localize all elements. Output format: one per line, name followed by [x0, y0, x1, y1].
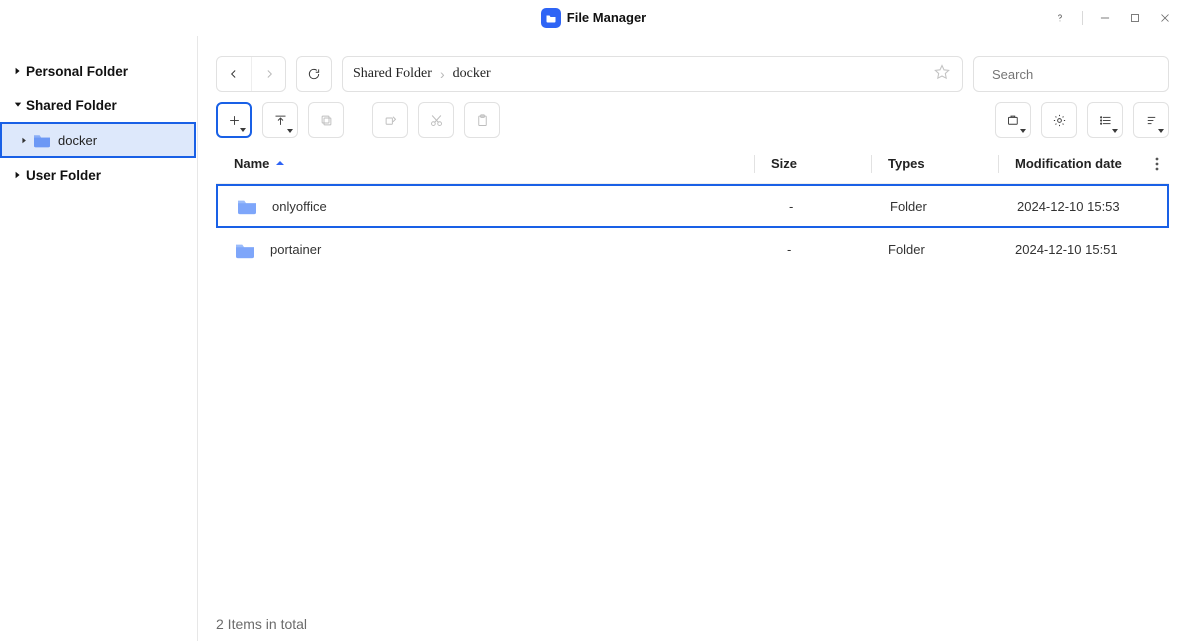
- file-date: 2024-12-10 15:51: [1015, 242, 1169, 257]
- cut-button[interactable]: [418, 102, 454, 138]
- file-type: Folder: [890, 199, 1000, 214]
- column-separator: [754, 155, 755, 173]
- path-bar[interactable]: Shared Folder › docker: [342, 56, 963, 92]
- folder-icon: [234, 241, 256, 259]
- tools-button[interactable]: [995, 102, 1031, 138]
- chevron-down-icon: [10, 101, 26, 109]
- help-icon[interactable]: [1052, 10, 1068, 26]
- app-icon: [541, 8, 561, 28]
- table-row[interactable]: onlyoffice - Folder 2024-12-10 15:53: [216, 184, 1169, 228]
- sort-asc-icon: [275, 156, 285, 171]
- file-name: onlyoffice: [272, 199, 327, 214]
- breadcrumb-segment[interactable]: Shared Folder: [353, 66, 432, 82]
- status-text: 2 Items in total: [216, 616, 307, 632]
- sidebar-item-user-folder[interactable]: User Folder: [0, 158, 197, 192]
- toolbar: [216, 102, 1169, 138]
- column-header-date[interactable]: Modification date: [1015, 156, 1145, 171]
- new-button[interactable]: [216, 102, 252, 138]
- title-wrap: File Manager: [541, 8, 646, 28]
- dropdown-caret-icon: [1158, 129, 1164, 133]
- dropdown-caret-icon: [240, 128, 246, 132]
- breadcrumb-segment[interactable]: docker: [453, 66, 491, 82]
- sidebar-item-label: docker: [58, 133, 97, 148]
- dropdown-caret-icon: [1112, 129, 1118, 133]
- folder-icon: [236, 197, 258, 215]
- forward-button[interactable]: [251, 57, 285, 91]
- dropdown-caret-icon: [287, 129, 293, 133]
- refresh-group: [296, 56, 332, 92]
- window-title: File Manager: [567, 10, 646, 25]
- sidebar-item-docker[interactable]: docker: [0, 122, 196, 158]
- file-size: -: [771, 242, 871, 257]
- maximize-icon[interactable]: [1127, 10, 1143, 26]
- file-name: portainer: [270, 242, 321, 257]
- main-panel: Shared Folder › docker: [198, 36, 1187, 641]
- nav-back-forward: [216, 56, 286, 92]
- table-header: Name Size Types Modification date: [216, 144, 1169, 184]
- sidebar-item-personal-folder[interactable]: Personal Folder: [0, 54, 197, 88]
- separator: [1082, 11, 1083, 25]
- column-menu-button[interactable]: [1145, 157, 1169, 171]
- titlebar: File Manager: [0, 0, 1187, 36]
- chevron-right-icon: [10, 171, 26, 179]
- file-date: 2024-12-10 15:53: [1017, 199, 1167, 214]
- column-header-name[interactable]: Name: [234, 156, 754, 171]
- sidebar-item-label: Personal Folder: [26, 64, 128, 79]
- settings-button[interactable]: [1041, 102, 1077, 138]
- refresh-button[interactable]: [297, 57, 331, 91]
- folder-share-icon: [32, 132, 52, 148]
- sidebar-item-label: User Folder: [26, 168, 101, 183]
- chevron-right-icon: ›: [440, 66, 445, 82]
- nav-row: Shared Folder › docker: [216, 36, 1169, 92]
- move-button[interactable]: [372, 102, 408, 138]
- column-header-size[interactable]: Size: [771, 156, 871, 171]
- dropdown-caret-icon: [1020, 129, 1026, 133]
- column-header-types[interactable]: Types: [888, 156, 998, 171]
- file-size: -: [773, 199, 873, 214]
- column-header-label: Name: [234, 156, 269, 171]
- view-list-button[interactable]: [1087, 102, 1123, 138]
- search-box[interactable]: [973, 56, 1169, 92]
- sidebar: Personal Folder Shared Folder docker Use…: [0, 36, 198, 641]
- chevron-right-icon: [16, 137, 32, 144]
- column-separator: [998, 155, 999, 173]
- sidebar-item-shared-folder[interactable]: Shared Folder: [0, 88, 197, 122]
- back-button[interactable]: [217, 57, 251, 91]
- search-input[interactable]: [992, 67, 1168, 82]
- file-table: Name Size Types Modification date: [216, 144, 1169, 607]
- table-body: onlyoffice - Folder 2024-12-10 15:53: [216, 184, 1169, 272]
- status-bar: 2 Items in total: [216, 607, 1169, 641]
- paste-button[interactable]: [464, 102, 500, 138]
- close-icon[interactable]: [1157, 10, 1173, 26]
- upload-button[interactable]: [262, 102, 298, 138]
- minimize-icon[interactable]: [1097, 10, 1113, 26]
- copy-button[interactable]: [308, 102, 344, 138]
- sort-button[interactable]: [1133, 102, 1169, 138]
- column-separator: [871, 155, 872, 173]
- star-icon[interactable]: [934, 64, 950, 85]
- chevron-right-icon: [10, 67, 26, 75]
- file-type: Folder: [888, 242, 998, 257]
- sidebar-item-label: Shared Folder: [26, 98, 117, 113]
- window-controls: [1052, 0, 1173, 35]
- table-row[interactable]: portainer - Folder 2024-12-10 15:51: [216, 228, 1169, 272]
